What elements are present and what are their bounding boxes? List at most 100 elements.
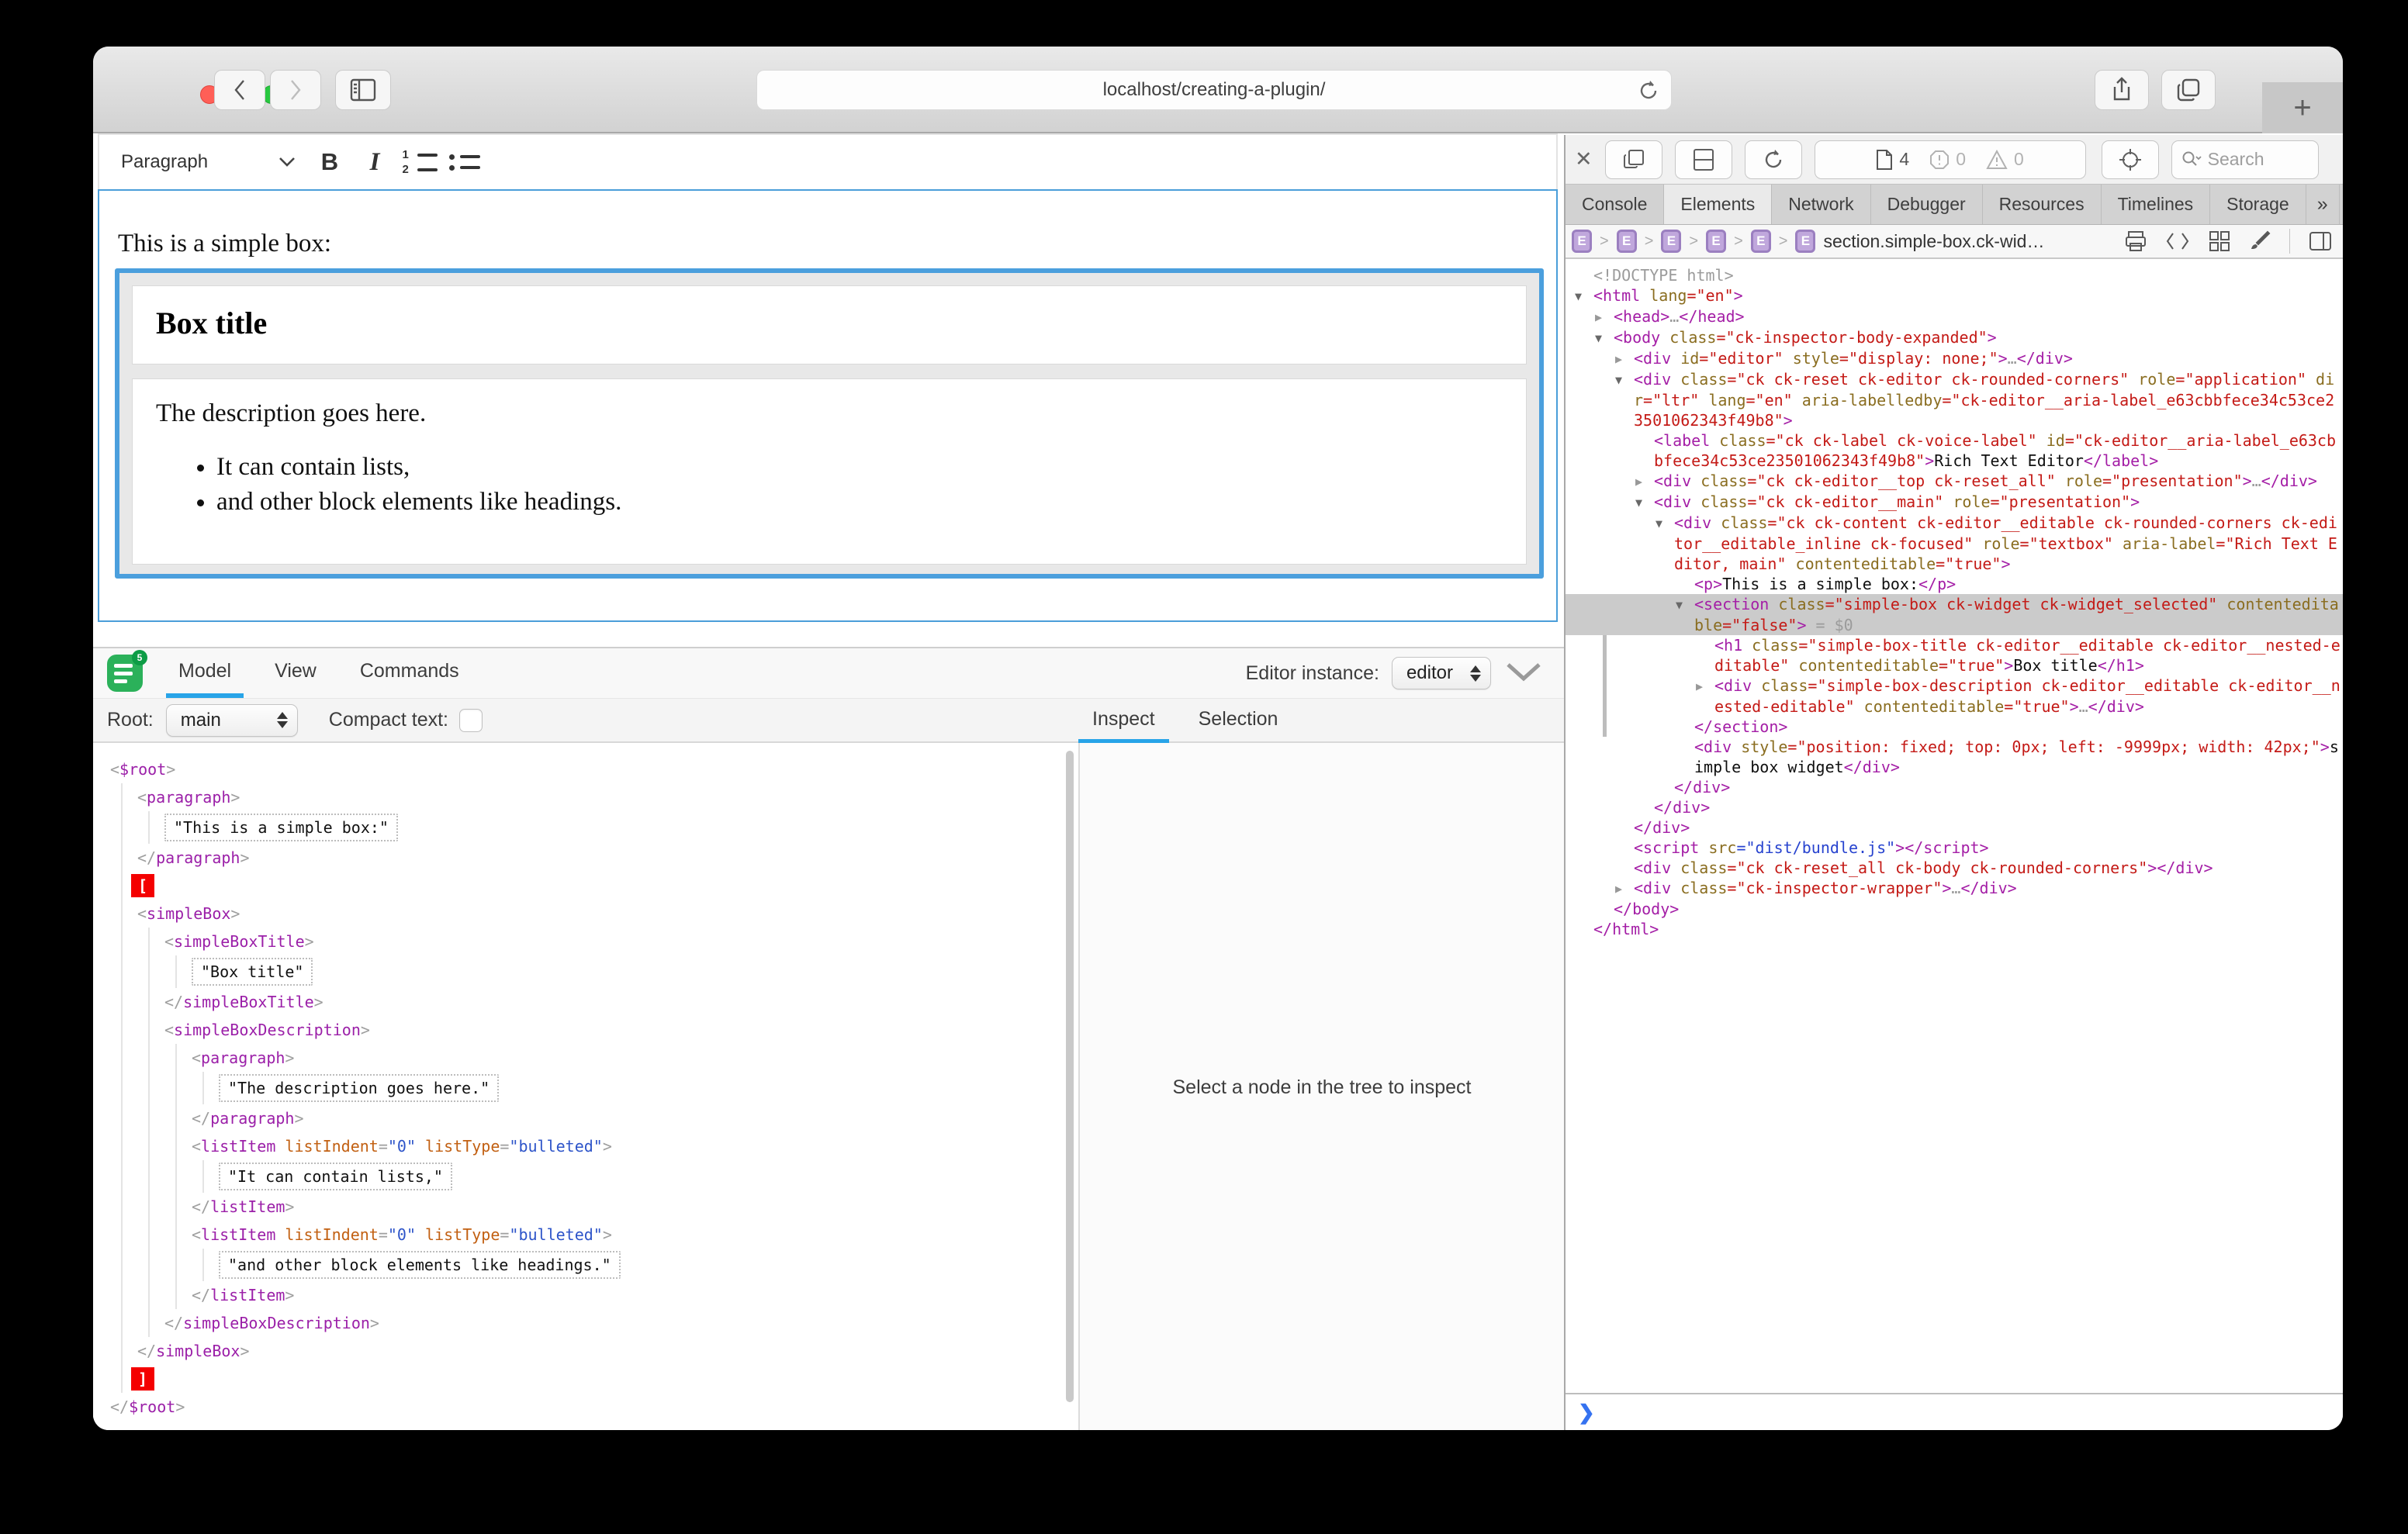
scrollbar-thumb[interactable] xyxy=(1066,751,1074,1402)
url-field[interactable]: localhost/creating-a-plugin/ xyxy=(756,70,1672,110)
close-devtools-button[interactable]: ✕ xyxy=(1575,147,1593,171)
model-tree-line[interactable]: <simpleBox> xyxy=(137,900,1078,928)
simple-box-description-field[interactable]: The description goes here. It can contai… xyxy=(132,378,1527,565)
new-tab-button[interactable]: + xyxy=(2262,82,2343,133)
disclosure-triangle-icon[interactable]: ▶ xyxy=(1696,676,1714,696)
simple-box-widget[interactable]: Box title The description goes here. It … xyxy=(115,268,1544,579)
collapse-inspector-button[interactable] xyxy=(1503,661,1544,686)
model-tree-line[interactable]: </simpleBoxTitle> xyxy=(164,988,1078,1016)
breadcrumb-element-badge[interactable]: E xyxy=(1706,230,1726,253)
tab-network[interactable]: Network xyxy=(1772,185,1870,224)
model-tree-line[interactable]: "Box title" xyxy=(192,955,1078,988)
model-tree-line[interactable]: </$root> xyxy=(110,1393,1078,1421)
devtools-tree-line[interactable]: <div style="position: fixed; top: 0px; l… xyxy=(1566,737,2343,777)
tab-overview-button[interactable] xyxy=(2161,70,2216,110)
devtools-tree-line[interactable]: ▼<div class="ck ck-editor__main" role="p… xyxy=(1566,492,2343,513)
model-tree-line[interactable]: </simpleBox> xyxy=(137,1337,1078,1365)
breadcrumb-element-badge[interactable]: E xyxy=(1661,230,1681,253)
quick-console[interactable]: ❯ xyxy=(1566,1393,2343,1430)
devtools-tree-line[interactable]: ▶<div id="editor" style="display: none;"… xyxy=(1566,348,2343,369)
model-tree-line[interactable]: <listItem listIndent="0" listType="bulle… xyxy=(192,1132,1078,1160)
subtab-inspect[interactable]: Inspect xyxy=(1078,699,1169,744)
model-tree-line[interactable]: "The description goes here." xyxy=(219,1072,1078,1104)
devtools-tree-line[interactable]: ▼<html lang="en"> xyxy=(1566,285,2343,306)
devtools-tree-line[interactable]: <p>This is a simple box:</p> xyxy=(1566,574,2343,594)
disclosure-triangle-icon[interactable]: ▶ xyxy=(1595,307,1614,327)
source-code-icon[interactable] xyxy=(2165,231,2190,251)
model-tree-line[interactable]: <simpleBoxDescription> xyxy=(164,1016,1078,1044)
devtools-tree-line[interactable]: </div> xyxy=(1566,797,2343,817)
devtools-tree-line[interactable]: ▼<body class="ck-inspector-body-expanded… xyxy=(1566,327,2343,348)
reload-icon[interactable] xyxy=(1637,78,1660,103)
disclosure-triangle-icon[interactable]: ▼ xyxy=(1635,492,1654,513)
model-tree-line[interactable]: "It can contain lists," xyxy=(219,1160,1078,1193)
tab-console[interactable]: Console xyxy=(1566,185,1664,224)
tab-debugger[interactable]: Debugger xyxy=(1871,185,1983,224)
add-tab-button[interactable]: + xyxy=(2340,185,2343,224)
model-tree-line[interactable]: </listItem> xyxy=(192,1193,1078,1221)
devtools-tree-line[interactable]: </body> xyxy=(1566,899,2343,919)
breadcrumb-element-badge[interactable]: E xyxy=(1572,230,1592,253)
list-item[interactable]: and other block elements like headings. xyxy=(216,488,1503,517)
list-item[interactable]: It can contain lists, xyxy=(216,453,1503,482)
model-tree-line[interactable]: <listItem listIndent="0" listType="bulle… xyxy=(192,1221,1078,1249)
model-tree-line[interactable]: </paragraph> xyxy=(137,844,1078,872)
issues-summary[interactable]: 4 0 0 xyxy=(1815,140,2086,179)
model-tree-line[interactable]: <paragraph> xyxy=(192,1044,1078,1072)
bulleted-list-button[interactable] xyxy=(442,141,487,183)
disclosure-triangle-icon[interactable]: ▼ xyxy=(1575,286,1593,306)
devtools-tree-line[interactable]: <div class="ck ck-reset_all ck-body ck-r… xyxy=(1566,858,2343,878)
devtools-tree-line[interactable]: ▶<div class="ck ck-editor__top ck-reset_… xyxy=(1566,471,2343,492)
devtools-tree-line[interactable]: ▶<head>…</head> xyxy=(1566,306,2343,327)
devtools-tree-line[interactable]: <!DOCTYPE html> xyxy=(1566,265,2343,285)
tab-timelines[interactable]: Timelines xyxy=(2102,185,2211,224)
devtools-tree-line[interactable]: </div> xyxy=(1566,817,2343,838)
tab-resources[interactable]: Resources xyxy=(1983,185,2102,224)
tab-elements[interactable]: Elements xyxy=(1664,185,1772,224)
breadcrumb-element-badge[interactable]: E xyxy=(1617,230,1637,253)
devtools-search-field[interactable]: Search xyxy=(2171,140,2319,179)
model-tree-line[interactable]: <paragraph> xyxy=(137,783,1078,811)
back-button[interactable] xyxy=(214,70,265,110)
model-tree-line[interactable]: ] xyxy=(137,1365,1078,1393)
tab-model[interactable]: Model xyxy=(166,648,244,698)
disclosure-triangle-icon[interactable]: ▶ xyxy=(1615,879,1634,899)
bold-button[interactable]: B xyxy=(307,141,352,183)
tab-storage[interactable]: Storage xyxy=(2210,185,2306,224)
devtools-tree-line[interactable]: <label class="ck ck-label ck-voice-label… xyxy=(1566,430,2343,471)
compact-text-checkbox[interactable] xyxy=(459,709,483,732)
editor-instance-select[interactable]: editor xyxy=(1392,657,1491,689)
devtools-tree-line[interactable]: ▼<section class="simple-box ck-widget ck… xyxy=(1566,594,2343,635)
devtools-tree-line[interactable]: <h1 class="simple-box-title ck-editor__e… xyxy=(1603,635,2343,675)
more-tabs-button[interactable]: » xyxy=(2306,185,2340,224)
subtab-selection[interactable]: Selection xyxy=(1185,699,1292,744)
styles-brush-icon[interactable] xyxy=(2249,230,2271,252)
devtools-tree-line[interactable]: </html> xyxy=(1566,919,2343,939)
editor-content[interactable]: This is a simple box: Box title The desc… xyxy=(98,189,1558,622)
devtools-tree-line[interactable]: <script src="dist/bundle.js"></script> xyxy=(1566,838,2343,858)
simple-box-title-field[interactable]: Box title xyxy=(132,285,1527,364)
model-tree-line[interactable]: </paragraph> xyxy=(192,1104,1078,1132)
devtools-tree-line[interactable]: </div> xyxy=(1566,777,2343,797)
disclosure-triangle-icon[interactable]: ▶ xyxy=(1635,472,1654,492)
split-console-button[interactable] xyxy=(1675,140,1732,179)
devtools-tree-line[interactable]: </section> xyxy=(1603,717,2343,737)
disclosure-triangle-icon[interactable]: ▶ xyxy=(1615,349,1634,369)
model-tree-line[interactable]: "and other block elements like headings.… xyxy=(219,1249,1078,1281)
devtools-tree-line[interactable]: ▼<div class="ck ck-content ck-editor__ed… xyxy=(1566,513,2343,574)
details-sidebar-icon[interactable] xyxy=(2309,231,2332,251)
print-icon[interactable] xyxy=(2125,230,2147,252)
model-tree-line[interactable]: <$root> xyxy=(110,755,1078,783)
breadcrumb-element-badge[interactable]: E xyxy=(1751,230,1771,253)
model-tree-line[interactable]: </listItem> xyxy=(192,1281,1078,1309)
breadcrumb-selected-node[interactable]: section.simple-box.ck-wid… xyxy=(1823,231,2044,252)
tab-commands[interactable]: Commands xyxy=(348,648,472,698)
disclosure-triangle-icon[interactable]: ▼ xyxy=(1656,513,1674,534)
tab-view[interactable]: View xyxy=(262,648,329,698)
forward-button[interactable] xyxy=(270,70,321,110)
disclosure-triangle-icon[interactable]: ▼ xyxy=(1615,370,1634,390)
element-picker-button[interactable] xyxy=(2102,140,2159,179)
model-tree-line[interactable]: </simpleBoxDescription> xyxy=(164,1309,1078,1337)
dock-side-button[interactable] xyxy=(1605,140,1662,179)
intro-paragraph[interactable]: This is a simple box: xyxy=(118,230,1556,258)
